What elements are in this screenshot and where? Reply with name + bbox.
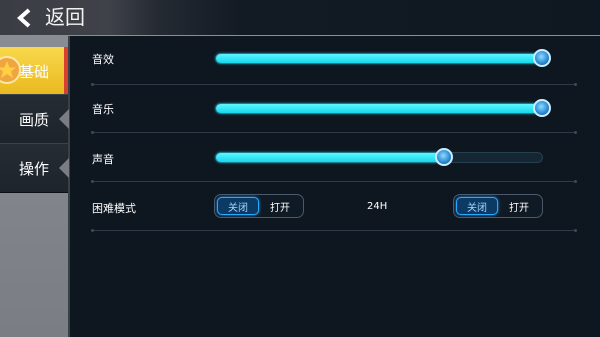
slider-knob[interactable] [533, 99, 551, 117]
voice-slider[interactable] [215, 148, 543, 166]
back-button[interactable]: 返回 [45, 4, 85, 30]
music-label: 音乐 [92, 103, 114, 116]
divider [91, 83, 577, 86]
chevron-left-icon[interactable] [14, 8, 34, 28]
sound-effects-slider[interactable] [215, 49, 551, 67]
slider-knob[interactable] [435, 148, 454, 166]
toggle-off-option[interactable]: 关闭 [217, 197, 259, 215]
top-bar: 返回 [0, 0, 600, 36]
toggle-off-option[interactable]: 关闭 [456, 197, 498, 215]
chevron-right-icon [59, 109, 69, 129]
tab-basic-label: 基础 [18, 62, 49, 81]
tab-controls-label: 操作 [18, 159, 49, 178]
slider-knob[interactable] [533, 49, 551, 67]
divider [91, 131, 577, 134]
sound-effects-label: 音效 [92, 53, 114, 66]
music-slider[interactable] [215, 99, 551, 117]
slider-fill [216, 104, 542, 113]
timer-label: 24H [367, 201, 388, 212]
hard-mode-toggle[interactable]: 关闭 打开 [214, 194, 304, 218]
chevron-right-icon [59, 158, 69, 178]
divider [91, 180, 577, 183]
slider-fill [216, 54, 542, 63]
timer-toggle[interactable]: 关闭 打开 [453, 194, 543, 218]
toggle-on-option[interactable]: 打开 [498, 197, 540, 215]
star-icon [0, 56, 21, 84]
divider [91, 229, 577, 232]
tab-controls[interactable]: 操作 [0, 143, 69, 193]
tab-basic[interactable]: 基础 [0, 47, 68, 95]
hard-mode-label: 困难模式 [92, 202, 136, 215]
sidebar: 基础 画质 操作 [0, 36, 70, 337]
tab-graphics[interactable]: 画质 [0, 94, 69, 144]
tab-graphics-label: 画质 [18, 110, 49, 129]
slider-fill [216, 153, 445, 162]
toggle-on-option[interactable]: 打开 [259, 197, 301, 215]
voice-label: 声音 [92, 153, 114, 166]
